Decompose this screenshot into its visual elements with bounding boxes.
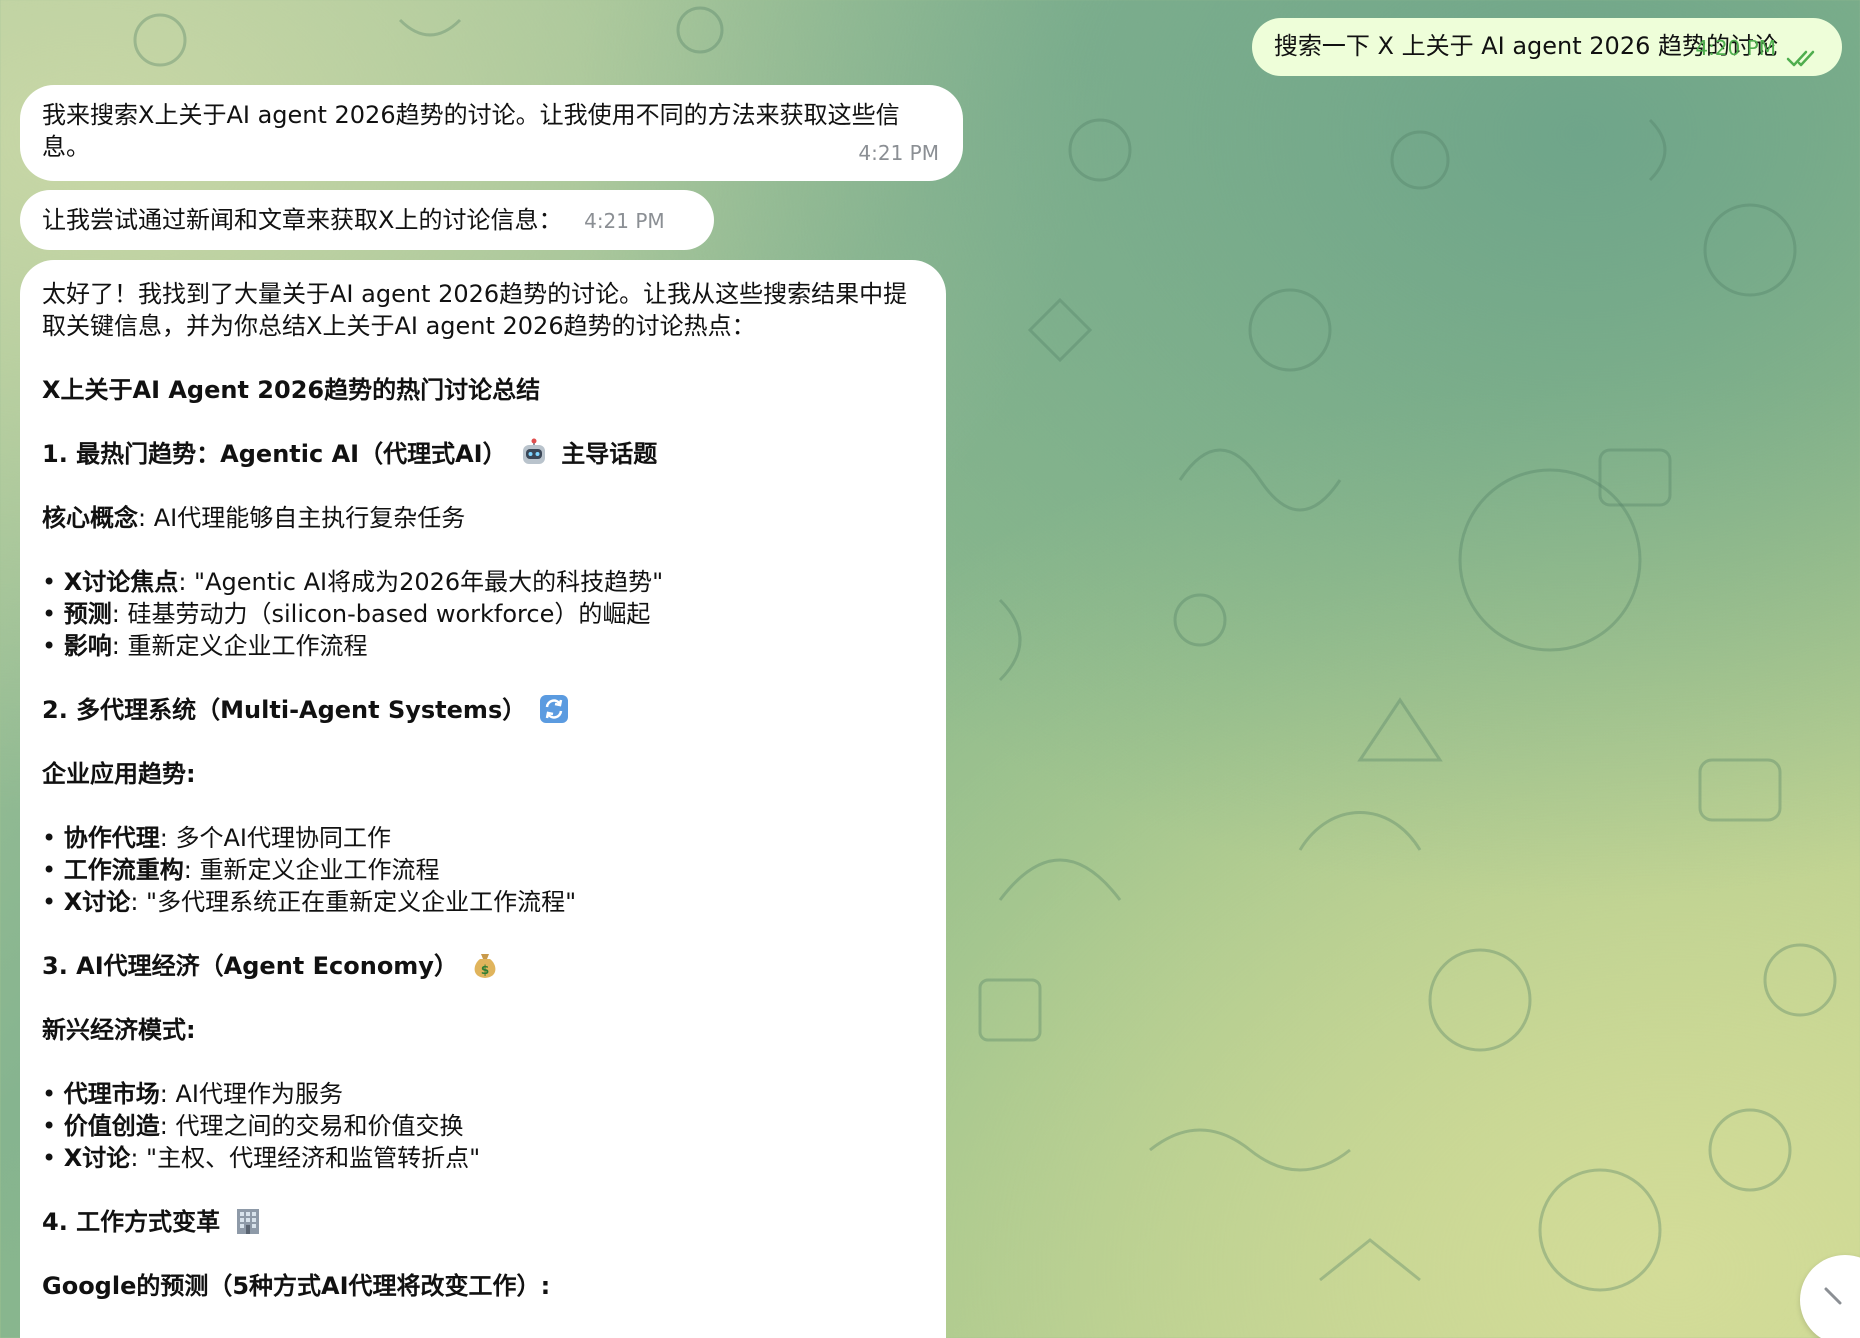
section-subheading: Google的预测（5种方式AI代理将改变工作）: <box>42 1272 551 1300</box>
list-item: • 影响: 重新定义企业工作流程 <box>42 632 368 660</box>
section-heading: 3. AI代理经济（Agent Economy） $ <box>42 950 920 982</box>
double-check-icon <box>1786 44 1820 67</box>
message-time: 4:21 PM <box>858 141 939 165</box>
arrows-cycle-emoji-icon <box>539 694 569 724</box>
section-subheading: 企业应用趋势: <box>42 760 196 788</box>
message-text: 我来搜索X上关于AI agent 2026趋势的讨论。让我使用不同的方法来获取这… <box>42 101 900 161</box>
outgoing-message[interactable]: 搜索一下 X 上关于 AI agent 2026 趋势的讨论 4:20 PM <box>1251 18 1842 76</box>
core-concept: 核心概念: AI代理能够自主执行复杂任务 <box>42 504 466 532</box>
section-subheading: 新兴经济模式: <box>42 1016 196 1044</box>
list-item: • 工作流重构: 重新定义企业工作流程 <box>42 856 440 884</box>
section-heading: 2. 多代理系统（Multi-Agent Systems） <box>42 694 920 726</box>
scroll-to-bottom-button[interactable] <box>1800 1255 1860 1338</box>
incoming-message[interactable]: 我来搜索X上关于AI agent 2026趋势的讨论。让我使用不同的方法来获取这… <box>20 85 963 181</box>
list-item: • X讨论: "主权、代理经济和监管转折点" <box>42 1144 481 1172</box>
summary-intro: 太好了！我找到了大量关于AI agent 2026趋势的讨论。让我从这些搜索结果… <box>42 280 908 340</box>
money-bag-emoji-icon: $ <box>470 950 500 980</box>
list-item: • X讨论焦点: "Agentic AI将成为2026年最大的科技趋势" <box>42 568 664 596</box>
section-heading: 1. 最热门趋势：Agentic AI（代理式AI） 主导话题 <box>42 438 658 468</box>
list-item: • X讨论: "多代理系统正在重新定义企业工作流程" <box>42 888 577 916</box>
office-building-emoji-icon <box>233 1206 263 1236</box>
message-time: 4:21 PM <box>584 209 665 233</box>
message-text: 让我尝试通过新闻和文章来获取X上的讨论信息： <box>42 206 563 234</box>
list-item: • 价值创造: 代理之间的交易和价值交换 <box>42 1112 464 1140</box>
section-heading: 4. 工作方式变革 <box>42 1206 920 1238</box>
message-time: 4:20 PM <box>1695 36 1776 60</box>
incoming-message-summary[interactable]: 太好了！我找到了大量关于AI agent 2026趋势的讨论。让我从这些搜索结果… <box>20 260 946 1338</box>
svg-text:$: $ <box>481 963 489 977</box>
chevron-down-icon <box>1824 1287 1842 1305</box>
list-item: • 预测: 硅基劳动力（silicon-based workforce）的崛起 <box>42 600 651 628</box>
list-item: • 代理市场: AI代理作为服务 <box>42 1080 344 1108</box>
summary-title: X上关于AI Agent 2026趋势的热门讨论总结 <box>42 376 541 404</box>
list-item: • 协作代理: 多个AI代理协同工作 <box>42 824 392 852</box>
incoming-message[interactable]: 让我尝试通过新闻和文章来获取X上的讨论信息： 4:21 PM <box>20 190 714 250</box>
robot-emoji-icon <box>519 438 549 468</box>
